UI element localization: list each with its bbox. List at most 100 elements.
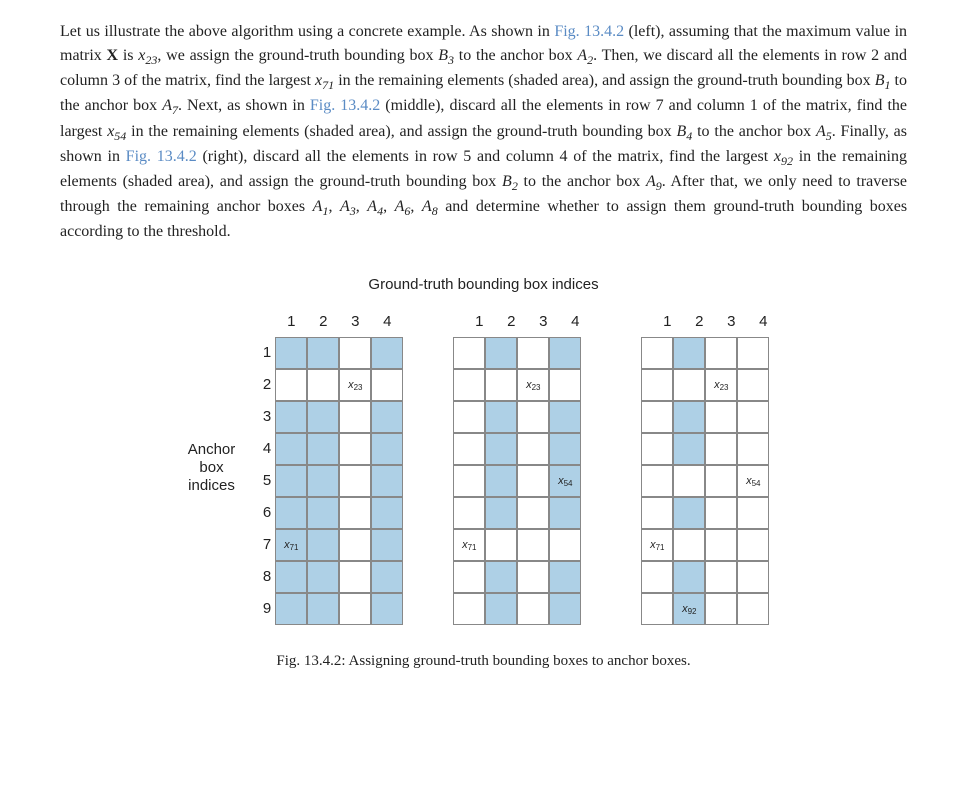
matrix-cell bbox=[485, 593, 517, 625]
matrix-cell bbox=[549, 529, 581, 561]
var-B1: B1 bbox=[875, 72, 891, 89]
row-header: 4 bbox=[255, 433, 271, 465]
matrix-cell bbox=[371, 561, 403, 593]
text: . Next, as shown in bbox=[178, 97, 310, 114]
matrix-cell: x71 bbox=[453, 529, 485, 561]
matrix-cell bbox=[641, 433, 673, 465]
matrix-cell bbox=[307, 465, 339, 497]
text: to the anchor box bbox=[454, 47, 577, 64]
matrix-cell bbox=[549, 337, 581, 369]
matrix-cell bbox=[641, 401, 673, 433]
matrix-cell bbox=[485, 529, 517, 561]
matrix-cell bbox=[641, 369, 673, 401]
matrix-cell bbox=[673, 529, 705, 561]
matrix-cell bbox=[371, 465, 403, 497]
matrix-cell bbox=[549, 497, 581, 529]
matrix-cell bbox=[339, 529, 371, 561]
text: to the anchor box bbox=[518, 173, 646, 190]
y-axis-label: Anchorboxindices bbox=[188, 441, 236, 495]
matrix-cell bbox=[339, 593, 371, 625]
matrix-cell bbox=[673, 433, 705, 465]
matrix-cell bbox=[371, 593, 403, 625]
matrix-cell bbox=[307, 369, 339, 401]
matrix-cell bbox=[737, 529, 769, 561]
matrix-cell bbox=[307, 497, 339, 529]
matrix-cell bbox=[705, 337, 737, 369]
fig-ref-link[interactable]: Fig. 13.4.2 bbox=[126, 148, 197, 165]
text: in the remaining elements (shaded area),… bbox=[334, 72, 875, 89]
matrix-cell bbox=[549, 561, 581, 593]
var-B3: B3 bbox=[438, 47, 454, 64]
figure-top-title: Ground-truth bounding box indices bbox=[60, 274, 907, 297]
var-A4: A4 bbox=[367, 198, 383, 215]
matrix-cell bbox=[275, 401, 307, 433]
matrix-cell bbox=[453, 337, 485, 369]
matrix-cell bbox=[453, 593, 485, 625]
matrix-cell bbox=[673, 465, 705, 497]
matrix-cell bbox=[641, 465, 673, 497]
col-header: 4 bbox=[559, 311, 591, 334]
fig-ref-link[interactable]: Fig. 13.4.2 bbox=[554, 23, 624, 40]
matrix-3: 1234x23x54x71x92 bbox=[631, 311, 779, 626]
matrix-cell bbox=[339, 337, 371, 369]
col-header: 4 bbox=[371, 311, 403, 334]
var-A5: A5 bbox=[816, 123, 832, 140]
matrix-cell bbox=[517, 401, 549, 433]
matrix-grid: x23x71 bbox=[275, 337, 403, 625]
matrix-cell bbox=[453, 465, 485, 497]
var-A7: A7 bbox=[162, 97, 178, 114]
matrix-cell bbox=[453, 497, 485, 529]
matrix-cell bbox=[641, 337, 673, 369]
matrix-cell: x54 bbox=[737, 465, 769, 497]
matrix-cell bbox=[275, 593, 307, 625]
matrix-cell bbox=[371, 369, 403, 401]
matrix-cell bbox=[275, 561, 307, 593]
matrix-cell bbox=[705, 561, 737, 593]
matrix-cell bbox=[485, 465, 517, 497]
matrix-cell bbox=[275, 337, 307, 369]
matrix-cell bbox=[517, 337, 549, 369]
var-B2: B2 bbox=[502, 173, 518, 190]
col-header: 4 bbox=[747, 311, 779, 334]
matrix-cell bbox=[339, 433, 371, 465]
figure-caption: Fig. 13.4.2: Assigning ground-truth boun… bbox=[60, 650, 907, 673]
matrix-cell bbox=[641, 561, 673, 593]
matrix-cell bbox=[737, 561, 769, 593]
matrix-cell: x71 bbox=[275, 529, 307, 561]
matrix-cell bbox=[453, 561, 485, 593]
matrix-cell bbox=[485, 561, 517, 593]
matrix-cell bbox=[275, 497, 307, 529]
matrix-cell bbox=[673, 561, 705, 593]
matrix-cell bbox=[275, 369, 307, 401]
matrix-cell bbox=[705, 401, 737, 433]
matrix-cell bbox=[371, 433, 403, 465]
matrix-cell bbox=[517, 561, 549, 593]
var-A3: A3 bbox=[340, 198, 356, 215]
matrix-cell bbox=[549, 401, 581, 433]
var-x92: x92 bbox=[774, 148, 793, 165]
matrix-cell bbox=[307, 593, 339, 625]
matrix-cell bbox=[371, 529, 403, 561]
matrix-cell bbox=[307, 561, 339, 593]
text: , bbox=[328, 198, 340, 215]
col-header: 2 bbox=[307, 311, 339, 334]
row-header: 6 bbox=[255, 497, 271, 529]
text: Let us illustrate the above algorithm us… bbox=[60, 23, 554, 40]
var-A2: A2 bbox=[577, 47, 593, 64]
fig-ref-link[interactable]: Fig. 13.4.2 bbox=[310, 97, 380, 114]
matrix-cell bbox=[485, 497, 517, 529]
row-header: 7 bbox=[255, 529, 271, 561]
matrix-cell bbox=[371, 401, 403, 433]
text: , bbox=[410, 198, 422, 215]
text: , we assign the ground-truth bounding bo… bbox=[157, 47, 438, 64]
row-header: 8 bbox=[255, 561, 271, 593]
matrix-cell bbox=[517, 593, 549, 625]
matrix-grid: x23x54x71 bbox=[453, 337, 581, 625]
row-header: 1 bbox=[255, 337, 271, 369]
matrix-cell bbox=[371, 337, 403, 369]
matrix-cell bbox=[339, 465, 371, 497]
row-header: 9 bbox=[255, 593, 271, 625]
matrix-X: X bbox=[107, 47, 119, 64]
matrix-cell bbox=[673, 369, 705, 401]
col-header: 3 bbox=[527, 311, 559, 334]
